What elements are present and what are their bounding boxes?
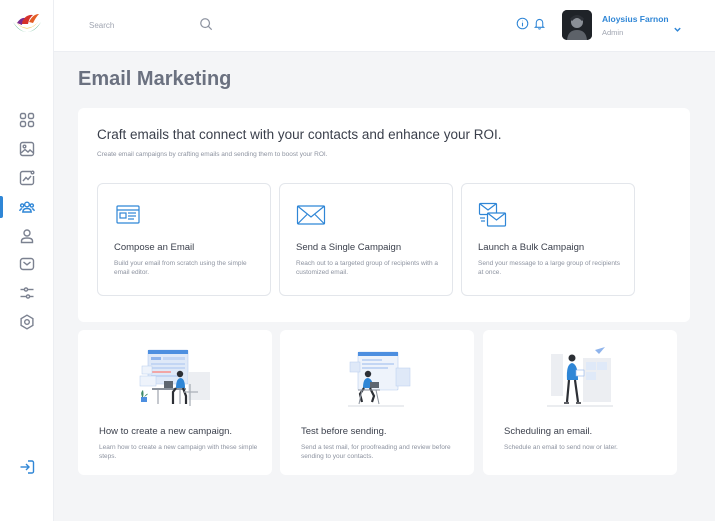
sidebar [0,0,54,521]
top-header: Aloysius Farnon Admin [54,0,715,52]
filters-icon [20,287,34,299]
avatar[interactable] [562,10,592,40]
guide-desc-create-campaign: Learn how to create a new campaign with … [99,444,258,460]
scheduling-illustration [547,347,613,407]
panel-subheading: Create email campaigns by crafting email… [97,151,328,158]
compose-email-icon [114,202,144,228]
sidebar-item-mail[interactable] [0,252,54,276]
chevron-down-icon [674,27,681,32]
user-name: Aloysius Farnon [602,14,669,24]
guide-title-create-campaign: How to create a new campaign. [99,426,233,437]
compose-email-desc: Build your email from scratch using the … [114,260,247,276]
logout-button[interactable] [0,455,54,479]
page-title: Email Marketing [78,68,232,90]
guide-card-scheduling[interactable]: Scheduling an email. Schedule an email t… [483,330,677,475]
sidebar-item-profile[interactable] [0,224,54,248]
single-campaign-icon [296,202,326,228]
info-icon [516,17,529,30]
guide-card-create-campaign[interactable]: How to create a new campaign. Learn how … [78,330,272,475]
guide-desc-scheduling: Schedule an email to send now or later. [504,444,618,451]
contacts-icon [19,201,35,213]
image-icon [19,141,35,157]
compose-email-card[interactable]: Compose an Email Build your email from s… [97,183,271,296]
analytics-icon [19,170,35,186]
bell-icon [533,18,546,30]
sidebar-item-contacts[interactable] [0,195,54,219]
notifications-button[interactable] [533,17,547,31]
bulk-campaign-desc: Send your message to a large group of re… [478,260,621,276]
single-campaign-title: Send a Single Campaign [296,242,402,253]
user-role: Admin [602,28,624,37]
sidebar-item-media[interactable] [0,137,54,161]
sidebar-item-analytics[interactable] [0,166,54,190]
guide-title-test-sending: Test before sending. [301,426,387,437]
sidebar-item-dashboard[interactable] [0,108,54,132]
single-campaign-card[interactable]: Send a Single Campaign Reach out to a ta… [279,183,453,296]
brand-logo[interactable] [11,12,43,38]
info-button[interactable] [516,17,530,31]
panel-heading: Craft emails that connect with your cont… [97,127,502,142]
bulk-campaign-card[interactable]: Launch a Bulk Campaign Send your message… [461,183,635,296]
search-button[interactable] [199,17,215,33]
bulk-campaign-icon [478,202,508,228]
compose-email-title: Compose an Email [114,242,195,253]
search-bar [79,14,279,36]
user-icon [20,229,34,244]
search-input[interactable] [79,14,209,36]
search-icon [200,18,213,31]
logout-icon [20,460,35,474]
dashboard-icon [19,112,35,128]
guide-card-test-sending[interactable]: Test before sending. Send a test mail, f… [280,330,474,475]
sidebar-item-filters[interactable] [0,281,54,305]
guide-desc-test-sending: Send a test mail, for proofreading and r… [301,444,451,460]
guide-title-scheduling: Scheduling an email. [504,426,593,437]
test-sending-illustration [348,351,411,407]
campaign-illustration [139,349,210,406]
settings-icon [20,314,34,330]
single-campaign-desc: Reach out to a targeted group of recipie… [296,260,439,276]
bulk-campaign-title: Launch a Bulk Campaign [478,242,585,253]
campaign-panel: Craft emails that connect with your cont… [78,108,690,322]
mail-icon [19,257,35,271]
user-menu-toggle[interactable] [673,21,685,32]
sidebar-item-settings[interactable] [0,310,54,334]
